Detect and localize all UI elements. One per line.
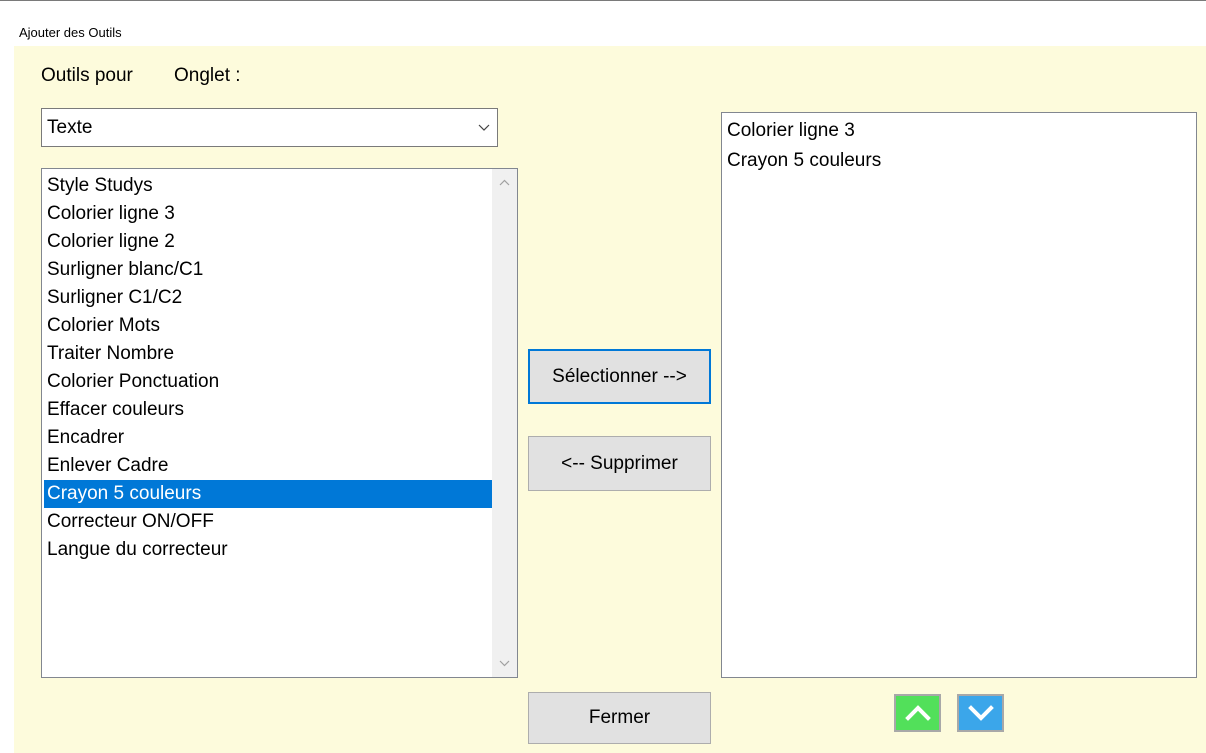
title-bar: Ajouter des Outils xyxy=(0,1,1206,46)
move-up-button[interactable] xyxy=(894,694,941,732)
selected-tools-items: Colorier ligne 3 Crayon 5 couleurs xyxy=(724,116,881,176)
available-tool-item[interactable]: Crayon 5 couleurs xyxy=(44,480,492,508)
tab-select[interactable]: Texte xyxy=(41,108,498,147)
available-tool-item[interactable]: Correcteur ON/OFF xyxy=(44,508,492,536)
selected-tool-item[interactable]: Colorier ligne 3 xyxy=(724,116,881,146)
available-tool-item[interactable]: Surligner C1/C2 xyxy=(44,284,492,312)
chevron-up-icon xyxy=(904,705,931,721)
available-tools-items: Style Studys Colorier ligne 3 Colorier lig… xyxy=(44,172,492,564)
available-tool-item[interactable]: Style Studys xyxy=(44,172,492,200)
move-down-button[interactable] xyxy=(957,694,1004,732)
available-tool-item[interactable]: Colorier Mots xyxy=(44,312,492,340)
select-button[interactable]: Sélectionner --> xyxy=(528,349,711,404)
available-tool-item[interactable]: Encadrer xyxy=(44,424,492,452)
window-title: Ajouter des Outils xyxy=(19,25,122,40)
available-tool-item[interactable]: Surligner blanc/C1 xyxy=(44,256,492,284)
selected-tool-item[interactable]: Crayon 5 couleurs xyxy=(724,146,881,176)
available-tools-scrollbar[interactable] xyxy=(492,169,517,677)
selected-tools-list[interactable]: Colorier ligne 3 Crayon 5 couleurs xyxy=(721,112,1197,678)
available-tool-item[interactable]: Langue du correcteur xyxy=(44,536,492,564)
available-tool-item[interactable]: Colorier ligne 2 xyxy=(44,228,492,256)
chevron-down-icon xyxy=(478,124,490,131)
close-button[interactable]: Fermer xyxy=(528,692,711,744)
tab-select-value: Texte xyxy=(47,117,93,138)
chevron-down-icon xyxy=(967,705,994,721)
dialog-window: Ajouter des Outils Outils pour Onglet : … xyxy=(0,0,1206,753)
available-tool-item[interactable]: Traiter Nombre xyxy=(44,340,492,368)
onglet-label: Onglet : xyxy=(174,65,241,86)
available-tool-item[interactable]: Colorier Ponctuation xyxy=(44,368,492,396)
scroll-up-icon[interactable] xyxy=(498,177,511,190)
available-tool-item[interactable]: Colorier ligne 3 xyxy=(44,200,492,228)
remove-button[interactable]: <-- Supprimer xyxy=(528,436,711,491)
available-tool-item[interactable]: Enlever Cadre xyxy=(44,452,492,480)
available-tools-list[interactable]: Style Studys Colorier ligne 3 Colorier lig… xyxy=(41,168,518,678)
outils-pour-label: Outils pour xyxy=(41,65,133,86)
available-tool-item[interactable]: Effacer couleurs xyxy=(44,396,492,424)
scroll-down-icon[interactable] xyxy=(498,656,511,669)
